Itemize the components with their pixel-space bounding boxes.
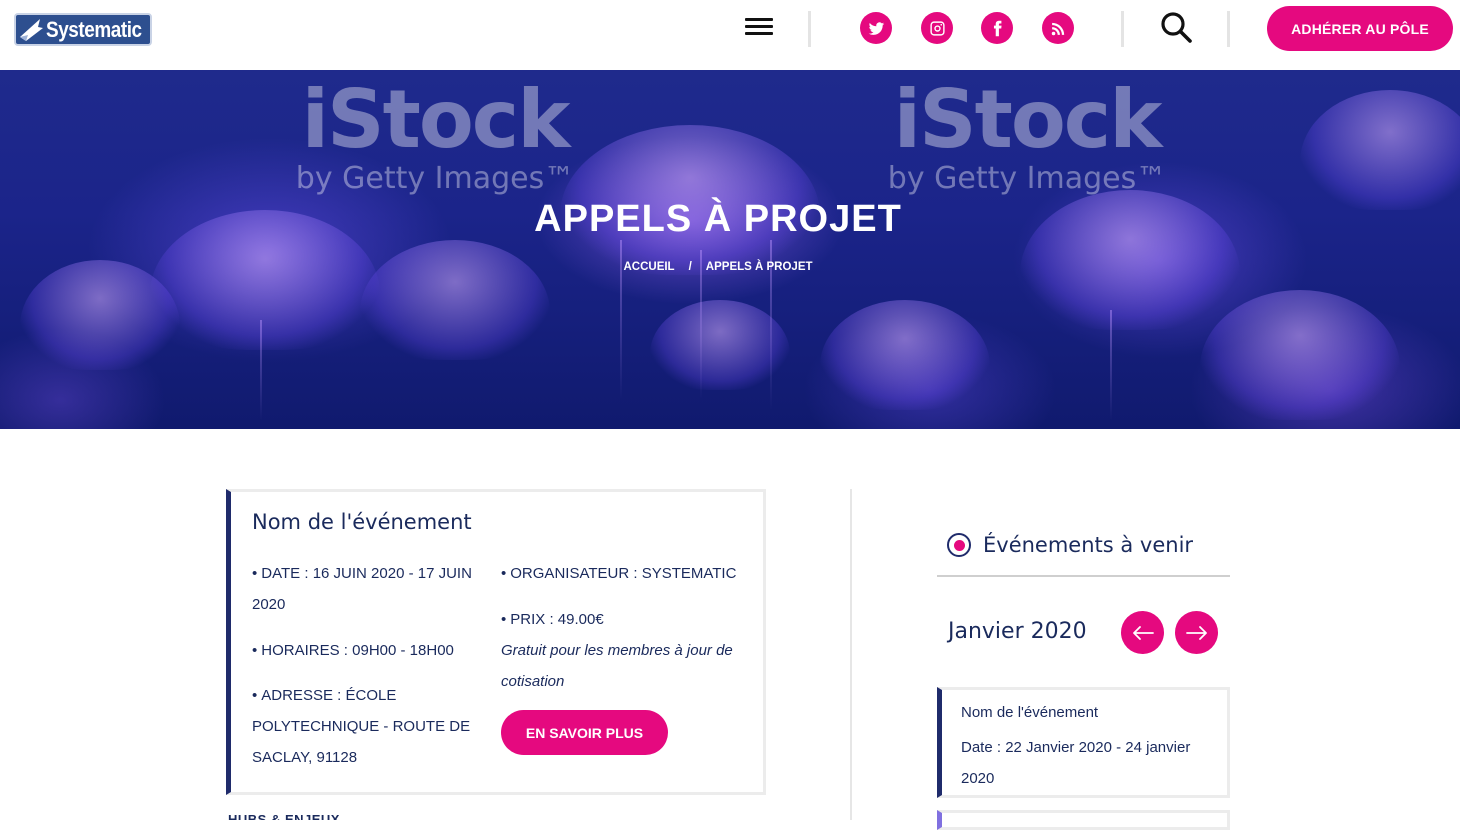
next-month-button[interactable]: [1175, 611, 1218, 654]
organizer-label: ORGANISATEUR: [510, 565, 630, 582]
page-title: APPELS À PROJET: [534, 198, 902, 240]
event-card: Nom de l'événement • DATE : 16 JUIN 2020 …: [226, 489, 766, 795]
breadcrumb: ACCUEIL / APPELS À PROJET: [0, 261, 1436, 273]
hours-label: HORAIRES: [261, 642, 340, 659]
breadcrumb-home-link[interactable]: ACCUEIL: [623, 261, 674, 273]
price-note: Gratuit pour les membres à jour de cotis…: [501, 642, 733, 690]
upcoming-event-card[interactable]: [937, 810, 1230, 830]
facebook-icon[interactable]: [981, 12, 1013, 44]
event-date: • DATE : 16 JUIN 2020 - 17 JUIN 2020: [252, 565, 472, 613]
breadcrumb-current: APPELS À PROJET: [705, 261, 813, 273]
price-label: PRIX: [510, 611, 546, 628]
rss-icon[interactable]: [1042, 12, 1074, 44]
upcoming-events-header: Événements à venir: [947, 533, 1193, 557]
arrow-right-icon: [1185, 625, 1207, 640]
event-address: • ADRESSE : ÉCOLE POLYTECHNIQUE - ROUTE D…: [252, 687, 471, 766]
section-heading: HUBS & ENJEUX: [228, 812, 340, 820]
join-button[interactable]: ADHÉRER AU PÔLE: [1267, 6, 1453, 51]
instagram-icon[interactable]: [921, 12, 953, 44]
column-divider: [850, 489, 852, 820]
search-icon[interactable]: [1158, 9, 1194, 45]
hero-banner: iStock by Getty Images™ iStock by Getty …: [0, 70, 1460, 429]
learn-more-button[interactable]: EN SAVOIR PLUS: [501, 710, 668, 755]
organizer-value: SYSTEMATIC: [641, 565, 737, 582]
upcoming-event-date: Date : 22 Janvier 2020 - 24 janvier 2020: [961, 739, 1191, 787]
watermark: iStock by Getty Images™: [887, 73, 1167, 196]
hours-value: 09H00 - 18H00: [352, 642, 454, 659]
event-price: • PRIX : 49.00€: [501, 611, 604, 628]
upcoming-event-card[interactable]: Nom de l'événement Date : 22 Janvier 202…: [937, 687, 1230, 798]
watermark: iStock by Getty Images™: [295, 73, 575, 196]
header-divider: [808, 11, 811, 47]
address-label: ADRESSE: [261, 687, 333, 704]
sidebar-divider: [937, 575, 1230, 577]
upcoming-date-value: 22 Janvier 2020 - 24 janvier 2020: [961, 739, 1191, 787]
systematic-logo[interactable]: Systematic: [14, 13, 152, 46]
upcoming-event-title: Nom de l'événement: [961, 704, 1099, 721]
upcoming-date-label: Date: [961, 739, 993, 756]
menu-icon[interactable]: [743, 14, 775, 42]
event-organizer: • ORGANISATEUR : SYSTEMATIC: [501, 565, 737, 582]
logo-text: Systematic: [46, 16, 142, 42]
event-title: Nom de l'événement: [252, 510, 472, 534]
prev-month-button[interactable]: [1121, 611, 1164, 654]
calendar-month: Janvier 2020: [948, 619, 1087, 644]
date-label: DATE: [261, 565, 301, 582]
upcoming-events-title: Événements à venir: [983, 533, 1194, 557]
site-header: Systematic ADHÉRER AU PÔLE: [0, 0, 1460, 70]
breadcrumb-separator: /: [688, 261, 692, 273]
event-hours: • HORAIRES : 09H00 - 18H00: [252, 642, 454, 659]
header-divider: [1121, 11, 1124, 47]
logo-mark-icon: [18, 15, 44, 44]
target-icon: [947, 533, 971, 557]
price-value: 49.00€: [557, 611, 604, 628]
header-divider: [1227, 11, 1230, 47]
twitter-icon[interactable]: [860, 12, 892, 44]
arrow-left-icon: [1132, 625, 1154, 640]
